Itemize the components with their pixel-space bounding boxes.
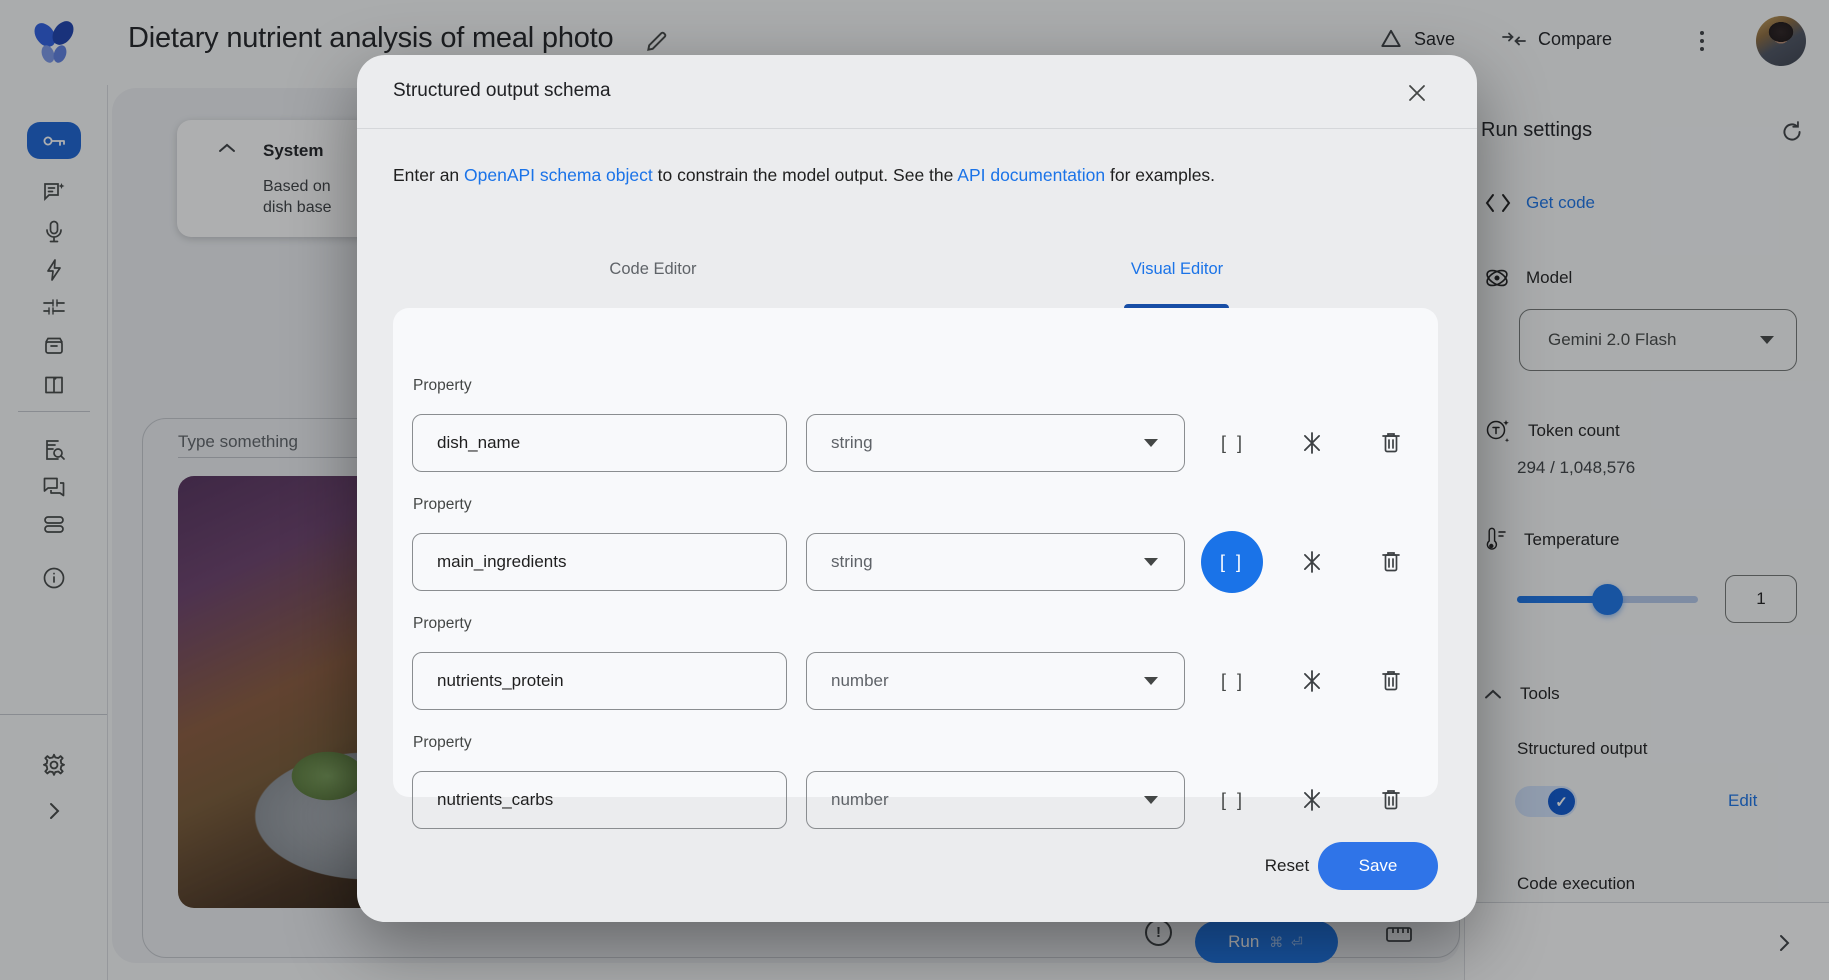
property-type-select[interactable]: number: [806, 652, 1185, 710]
trash-icon: [1381, 788, 1401, 812]
trash-icon: [1381, 669, 1401, 693]
description-text: Enter an: [393, 165, 464, 185]
asterisk-icon: [1300, 431, 1324, 455]
structured-output-schema-dialog: Structured output schema Enter an OpenAP…: [357, 55, 1477, 922]
property-type-select[interactable]: string: [806, 533, 1185, 591]
chevron-down-icon: [1144, 558, 1158, 566]
trash-icon: [1381, 550, 1401, 574]
tab-visual-editor[interactable]: Visual Editor: [1027, 260, 1327, 279]
api-documentation-link[interactable]: API documentation: [957, 165, 1105, 185]
array-toggle-button[interactable]: [ ]: [1205, 772, 1261, 828]
asterisk-icon: [1300, 788, 1324, 812]
asterisk-icon: [1300, 669, 1324, 693]
required-toggle-button[interactable]: [1290, 421, 1334, 465]
dialog-header-divider: [357, 128, 1477, 129]
property-name-input[interactable]: nutrients_carbs: [412, 771, 787, 829]
dialog-close-button[interactable]: [1397, 73, 1437, 113]
property-label: Property: [413, 377, 472, 395]
dialog-description: Enter an OpenAPI schema object to constr…: [393, 165, 1215, 186]
property-type-select[interactable]: string: [806, 414, 1185, 472]
dialog-title: Structured output schema: [393, 80, 611, 102]
array-toggle-button-active[interactable]: [ ]: [1201, 531, 1263, 593]
delete-property-button[interactable]: [1369, 540, 1413, 584]
asterisk-icon: [1300, 550, 1324, 574]
app-window: Dietary nutrient analysis of meal photo …: [0, 0, 1829, 980]
delete-property-button[interactable]: [1369, 421, 1413, 465]
tab-code-editor[interactable]: Code Editor: [503, 260, 803, 279]
property-name-input[interactable]: dish_name: [412, 414, 787, 472]
schema-properties-panel: Property dish_name string [ ] Property m…: [393, 308, 1438, 797]
property-name-input[interactable]: nutrients_protein: [412, 652, 787, 710]
delete-property-button[interactable]: [1369, 778, 1413, 822]
required-toggle-button[interactable]: [1290, 540, 1334, 584]
delete-property-button[interactable]: [1369, 659, 1413, 703]
property-label: Property: [413, 734, 472, 752]
array-toggle-button[interactable]: [ ]: [1205, 653, 1261, 709]
chevron-down-icon: [1144, 439, 1158, 447]
chevron-down-icon: [1144, 677, 1158, 685]
openapi-schema-link[interactable]: OpenAPI schema object: [464, 165, 653, 185]
property-type-select[interactable]: number: [806, 771, 1185, 829]
property-name-input[interactable]: main_ingredients: [412, 533, 787, 591]
trash-icon: [1381, 431, 1401, 455]
property-label: Property: [413, 615, 472, 633]
required-toggle-button[interactable]: [1290, 778, 1334, 822]
close-icon: [1408, 84, 1426, 102]
dialog-save-button[interactable]: Save: [1318, 842, 1438, 890]
property-label: Property: [413, 496, 472, 514]
chevron-down-icon: [1144, 796, 1158, 804]
required-toggle-button[interactable]: [1290, 659, 1334, 703]
array-toggle-button[interactable]: [ ]: [1205, 415, 1261, 471]
